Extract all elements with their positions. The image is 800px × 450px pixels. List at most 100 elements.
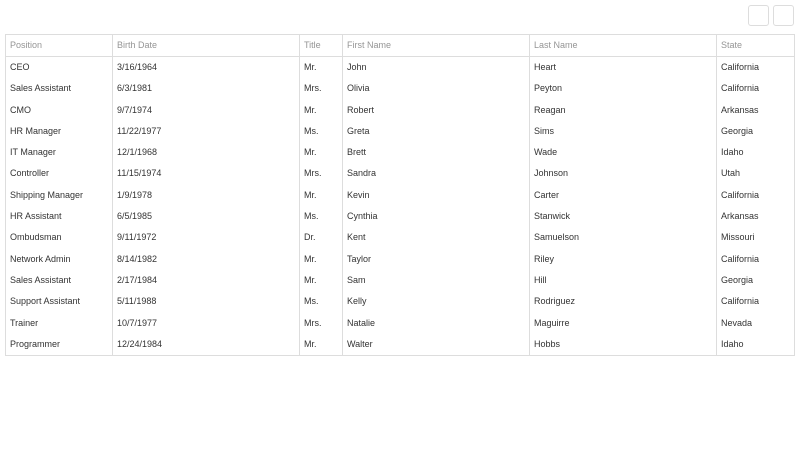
toolbar-button-1[interactable] <box>748 5 769 26</box>
cell-last-name[interactable]: Wade <box>530 142 717 164</box>
cell-position[interactable]: Programmer <box>6 333 113 356</box>
cell-title[interactable]: Mrs. <box>300 78 343 100</box>
cell-birth-date[interactable]: 3/16/1964 <box>113 57 300 79</box>
cell-first-name[interactable]: Taylor <box>343 248 530 270</box>
cell-birth-date[interactable]: 11/15/1974 <box>113 163 300 185</box>
cell-title[interactable]: Mr. <box>300 99 343 121</box>
cell-title[interactable]: Mr. <box>300 142 343 164</box>
cell-birth-date[interactable]: 5/11/1988 <box>113 291 300 313</box>
cell-first-name[interactable]: Sandra <box>343 163 530 185</box>
table-row[interactable]: HR Assistant 6/5/1985 Ms. Cynthia Stanwick Ar… <box>6 206 794 228</box>
table-row[interactable]: Shipping Manager 1/9/1978 Mr. Kevin Carter Ca… <box>6 184 794 207</box>
cell-last-name[interactable]: Johnson <box>530 163 717 185</box>
column-header-last-name[interactable]: Last Name <box>530 35 717 56</box>
cell-title[interactable]: Ms. <box>300 206 343 228</box>
cell-title[interactable]: Dr. <box>300 227 343 249</box>
cell-state[interactable]: Missouri <box>717 227 794 248</box>
cell-birth-date[interactable]: 12/1/1968 <box>113 142 300 164</box>
table-row[interactable]: Programmer 12/24/1984 Mr. Walter Hobbs Idaho <box>6 333 794 356</box>
cell-title[interactable]: Mrs. <box>300 163 343 185</box>
cell-state[interactable]: Idaho <box>717 334 794 355</box>
cell-birth-date[interactable]: 8/14/1982 <box>113 248 300 270</box>
table-row[interactable]: CMO 9/7/1974 Mr. Robert Reagan Arkansas <box>6 99 794 121</box>
cell-state[interactable]: Utah <box>717 163 794 184</box>
cell-position[interactable]: HR Assistant <box>6 206 113 228</box>
toolbar-button-2[interactable] <box>773 5 794 26</box>
table-row[interactable]: Sales Assistant 2/17/1984 Mr. Sam Hill Georgi… <box>6 269 794 292</box>
cell-last-name[interactable]: Samuelson <box>530 227 717 249</box>
cell-title[interactable]: Mr. <box>300 184 343 207</box>
cell-last-name[interactable]: Peyton <box>530 78 717 100</box>
cell-first-name[interactable]: Natalie <box>343 312 530 334</box>
cell-title[interactable]: Ms. <box>300 120 343 143</box>
table-row[interactable]: Sales Assistant 6/3/1981 Mrs. Olivia Peyton C… <box>6 78 794 100</box>
cell-last-name[interactable]: Stanwick <box>530 206 717 228</box>
column-header-first-name[interactable]: First Name <box>343 35 530 56</box>
cell-title[interactable]: Ms. <box>300 291 343 313</box>
cell-birth-date[interactable]: 2/17/1984 <box>113 269 300 292</box>
cell-birth-date[interactable]: 9/7/1974 <box>113 99 300 121</box>
cell-first-name[interactable]: John <box>343 57 530 79</box>
cell-position[interactable]: Ombudsman <box>6 227 113 249</box>
cell-first-name[interactable]: Kelly <box>343 291 530 313</box>
cell-first-name[interactable]: Cynthia <box>343 206 530 228</box>
cell-position[interactable]: Sales Assistant <box>6 78 113 100</box>
cell-position[interactable]: HR Manager <box>6 120 113 143</box>
cell-state[interactable]: Nevada <box>717 313 794 334</box>
cell-first-name[interactable]: Kent <box>343 227 530 249</box>
cell-state[interactable]: Arkansas <box>717 100 794 121</box>
cell-last-name[interactable]: Carter <box>530 184 717 207</box>
cell-state[interactable]: California <box>717 291 794 312</box>
table-row[interactable]: HR Manager 11/22/1977 Ms. Greta Sims Georgia <box>6 120 794 143</box>
cell-position[interactable]: Sales Assistant <box>6 269 113 292</box>
cell-position[interactable]: Shipping Manager <box>6 184 113 207</box>
table-row[interactable]: Ombudsman 9/11/1972 Dr. Kent Samuelson Missou… <box>6 227 794 249</box>
column-header-state[interactable]: State <box>717 35 794 56</box>
cell-state[interactable]: Georgia <box>717 270 794 291</box>
cell-first-name[interactable]: Olivia <box>343 78 530 100</box>
cell-title[interactable]: Mr. <box>300 57 343 79</box>
cell-first-name[interactable]: Sam <box>343 269 530 292</box>
table-row[interactable]: IT Manager 12/1/1968 Mr. Brett Wade Idaho <box>6 142 794 164</box>
cell-birth-date[interactable]: 9/11/1972 <box>113 227 300 249</box>
table-row[interactable]: Network Admin 8/14/1982 Mr. Taylor Riley Cali… <box>6 248 794 270</box>
cell-state[interactable]: California <box>717 78 794 99</box>
cell-first-name[interactable]: Brett <box>343 142 530 164</box>
table-row[interactable]: CEO 3/16/1964 Mr. John Heart California <box>6 57 794 79</box>
cell-state[interactable]: California <box>717 249 794 270</box>
cell-first-name[interactable]: Walter <box>343 333 530 356</box>
cell-state[interactable]: Georgia <box>717 121 794 142</box>
cell-title[interactable]: Mr. <box>300 269 343 292</box>
cell-last-name[interactable]: Sims <box>530 120 717 143</box>
cell-birth-date[interactable]: 6/3/1981 <box>113 78 300 100</box>
cell-first-name[interactable]: Robert <box>343 99 530 121</box>
cell-last-name[interactable]: Maguirre <box>530 312 717 334</box>
cell-position[interactable]: CEO <box>6 57 113 79</box>
cell-state[interactable]: California <box>717 185 794 206</box>
cell-birth-date[interactable]: 11/22/1977 <box>113 120 300 143</box>
table-row[interactable]: Controller 11/15/1974 Mrs. Sandra Johnson Uta… <box>6 163 794 185</box>
table-row[interactable]: Trainer 10/7/1977 Mrs. Natalie Maguirre Nevad… <box>6 312 794 334</box>
cell-title[interactable]: Mr. <box>300 333 343 356</box>
cell-position[interactable]: Trainer <box>6 312 113 334</box>
cell-last-name[interactable]: Heart <box>530 57 717 79</box>
cell-position[interactable]: Network Admin <box>6 248 113 270</box>
table-row[interactable]: Support Assistant 5/11/1988 Ms. Kelly Rodrig… <box>6 291 794 313</box>
cell-birth-date[interactable]: 1/9/1978 <box>113 184 300 207</box>
cell-birth-date[interactable]: 6/5/1985 <box>113 206 300 228</box>
cell-state[interactable]: Idaho <box>717 142 794 163</box>
column-header-position[interactable]: Position <box>6 35 113 56</box>
cell-last-name[interactable]: Hobbs <box>530 333 717 356</box>
cell-position[interactable]: Controller <box>6 163 113 185</box>
cell-first-name[interactable]: Kevin <box>343 184 530 207</box>
cell-title[interactable]: Mr. <box>300 248 343 270</box>
cell-birth-date[interactable]: 12/24/1984 <box>113 333 300 356</box>
column-header-birth-date[interactable]: Birth Date <box>113 35 300 56</box>
cell-birth-date[interactable]: 10/7/1977 <box>113 312 300 334</box>
cell-last-name[interactable]: Reagan <box>530 99 717 121</box>
cell-first-name[interactable]: Greta <box>343 120 530 143</box>
cell-state[interactable]: Arkansas <box>717 206 794 227</box>
cell-position[interactable]: IT Manager <box>6 142 113 164</box>
cell-title[interactable]: Mrs. <box>300 312 343 334</box>
cell-position[interactable]: CMO <box>6 99 113 121</box>
